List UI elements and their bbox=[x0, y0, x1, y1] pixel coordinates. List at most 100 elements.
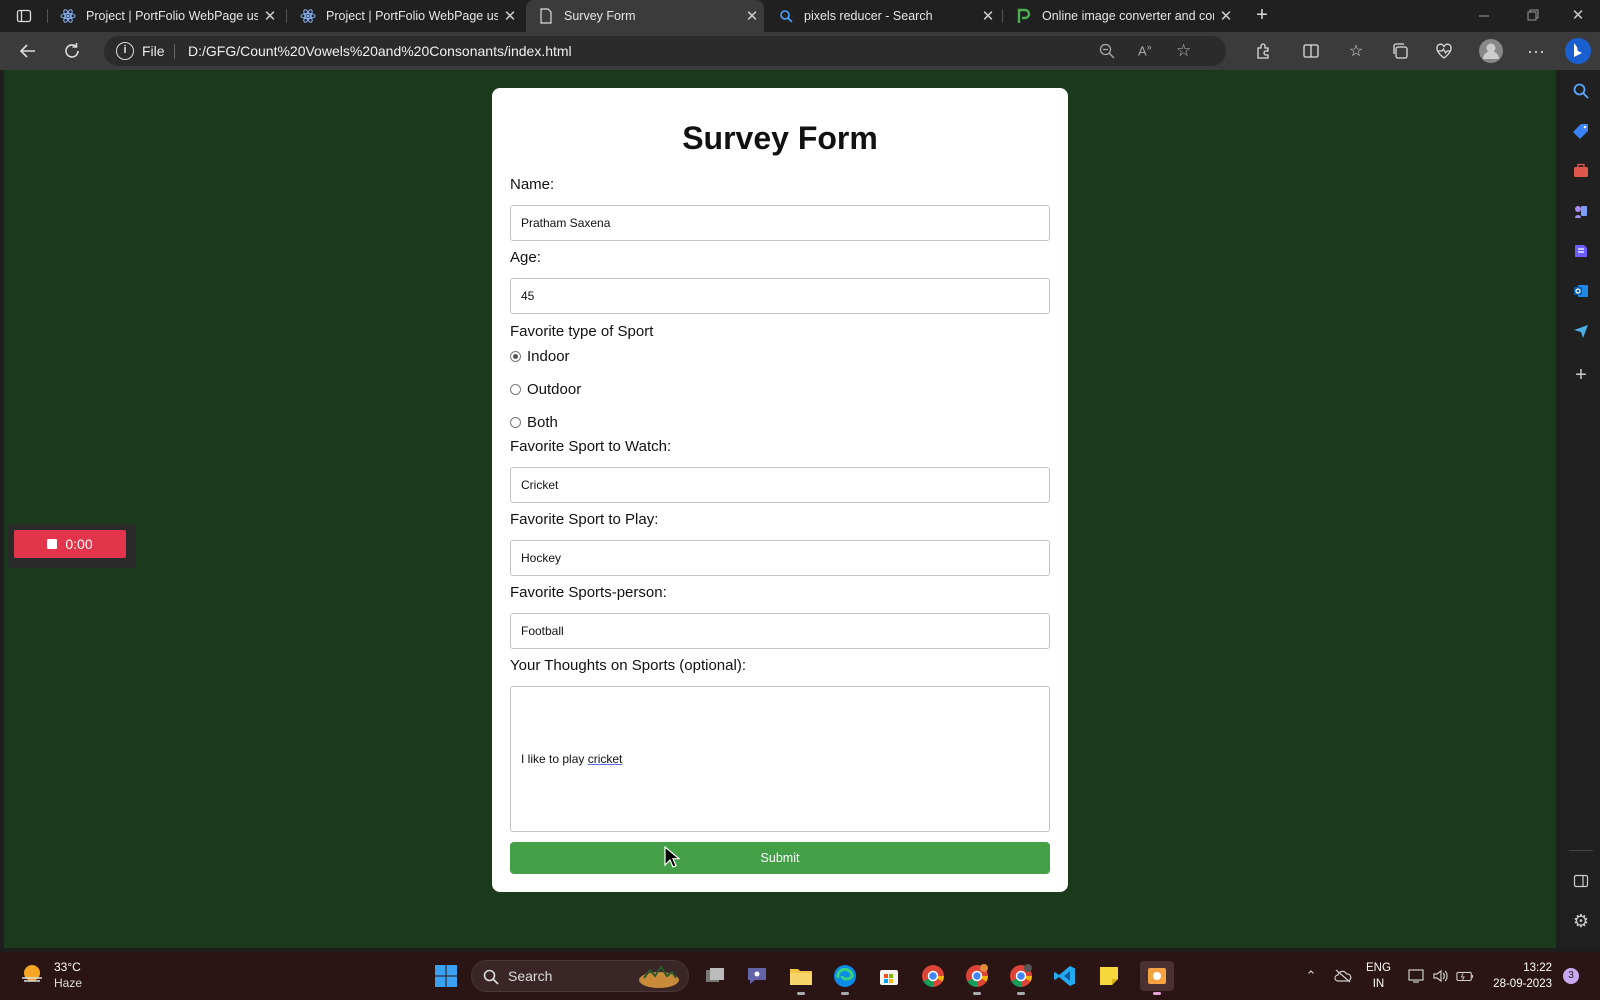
age-input[interactable]: 45 bbox=[510, 278, 1050, 314]
submit-button[interactable]: Submit bbox=[510, 842, 1050, 874]
games-icon[interactable] bbox=[1570, 200, 1592, 222]
new-tab-button[interactable]: + bbox=[1250, 4, 1274, 28]
screen-recorder-widget: 0:00 bbox=[8, 524, 136, 568]
play-input[interactable]: Hockey bbox=[510, 540, 1050, 576]
restore-button[interactable] bbox=[1520, 6, 1544, 26]
refresh-icon[interactable] bbox=[61, 40, 83, 62]
profile-avatar[interactable] bbox=[1478, 38, 1504, 64]
tools-briefcase-icon[interactable] bbox=[1570, 160, 1592, 182]
favorites-icon[interactable]: ☆ bbox=[1345, 40, 1367, 62]
url-text[interactable]: D:/GFG/Count%20Vowels%20and%20Consonants… bbox=[188, 43, 572, 59]
read-aloud-icon[interactable]: A» bbox=[1138, 42, 1156, 60]
info-icon[interactable]: i bbox=[116, 42, 134, 60]
windows-taskbar: 33°C Haze Search ⌃ ENG IN 13:22 28-09-20… bbox=[0, 952, 1600, 1000]
radio-button[interactable] bbox=[510, 351, 521, 362]
url-divider bbox=[174, 44, 175, 59]
tab-label: pixels reducer - Search bbox=[804, 9, 933, 23]
radio-indoor[interactable]: Indoor bbox=[510, 348, 570, 365]
stop-recording-button[interactable]: 0:00 bbox=[14, 530, 126, 558]
copilot-icon[interactable] bbox=[1570, 240, 1592, 262]
chevron-up-icon[interactable]: ⌃ bbox=[1302, 967, 1320, 985]
minimize-button[interactable] bbox=[1472, 6, 1496, 26]
close-icon[interactable]: ✕ bbox=[498, 7, 522, 25]
add-icon[interactable]: + bbox=[1570, 364, 1592, 386]
react-icon bbox=[60, 8, 76, 24]
more-menu-icon[interactable]: ··· bbox=[1525, 40, 1547, 62]
react-icon bbox=[300, 8, 316, 24]
tab-survey-form[interactable]: Survey Form ✕ bbox=[526, 0, 764, 32]
radio-both[interactable]: Both bbox=[510, 414, 558, 431]
sport-type-label: Favorite type of Sport bbox=[510, 323, 654, 340]
language-indicator[interactable]: ENG IN bbox=[1366, 960, 1391, 992]
watch-input[interactable]: Cricket bbox=[510, 467, 1050, 503]
browser-essentials-icon[interactable] bbox=[1433, 40, 1455, 62]
collections-icon[interactable] bbox=[1389, 40, 1411, 62]
search-highlight-illustration bbox=[639, 965, 679, 988]
radio-outdoor[interactable]: Outdoor bbox=[510, 381, 581, 398]
windows-start-button[interactable] bbox=[434, 964, 458, 988]
favorite-star-icon[interactable]: ☆ bbox=[1176, 41, 1194, 60]
tab-portfolio-1[interactable]: Project | PortFolio WebPage using ✕ bbox=[48, 0, 282, 32]
shopping-tag-icon[interactable] bbox=[1570, 120, 1592, 142]
radio-label: Indoor bbox=[527, 348, 570, 365]
age-label: Age: bbox=[510, 249, 541, 266]
taskbar-search[interactable]: Search bbox=[471, 960, 689, 992]
onedrive-offline-icon[interactable] bbox=[1334, 967, 1352, 985]
tab-portfolio-2[interactable]: Project | PortFolio WebPage using ✕ bbox=[288, 0, 522, 32]
extensions-icon[interactable] bbox=[1252, 40, 1274, 62]
network-icon[interactable] bbox=[1408, 967, 1426, 985]
browser-tab-strip: Project | PortFolio WebPage using ✕ Proj… bbox=[0, 0, 1600, 32]
tab-actions-icon[interactable] bbox=[16, 8, 32, 24]
volume-icon[interactable] bbox=[1432, 967, 1450, 985]
bing-copilot-icon[interactable] bbox=[1564, 37, 1592, 65]
browser-toolbar: i File D:/GFG/Count%20Vowels%20and%20Con… bbox=[0, 32, 1600, 70]
search-icon bbox=[483, 969, 499, 985]
weather-haze-icon bbox=[22, 965, 42, 982]
close-icon[interactable]: ✕ bbox=[740, 7, 764, 25]
weather-widget[interactable]: 33°C Haze bbox=[18, 959, 82, 991]
vscode-icon[interactable] bbox=[1050, 961, 1080, 991]
battery-icon[interactable] bbox=[1456, 967, 1474, 985]
teams-chat-icon[interactable] bbox=[742, 961, 772, 991]
microsoft-store-icon[interactable] bbox=[874, 961, 904, 991]
sticky-notes-icon[interactable] bbox=[1094, 961, 1124, 991]
play-label: Favorite Sport to Play: bbox=[510, 511, 659, 528]
file-explorer-icon[interactable] bbox=[786, 961, 816, 995]
zoom-out-icon[interactable] bbox=[1098, 42, 1116, 60]
close-icon[interactable]: ✕ bbox=[258, 7, 282, 25]
tab-image-converter[interactable]: Online image converter and com ✕ bbox=[1004, 0, 1238, 32]
outlook-icon[interactable] bbox=[1570, 280, 1592, 302]
tab-label: Survey Form bbox=[564, 9, 636, 23]
radio-button[interactable] bbox=[510, 417, 521, 428]
weather-temperature: 33°C bbox=[54, 960, 81, 974]
close-icon[interactable]: ✕ bbox=[1214, 7, 1238, 25]
close-icon[interactable]: ✕ bbox=[976, 7, 1000, 25]
snipping-recorder-icon[interactable] bbox=[1140, 961, 1174, 995]
send-icon[interactable] bbox=[1570, 320, 1592, 342]
clock[interactable]: 13:22 28-09-2023 bbox=[1488, 960, 1552, 992]
radio-button[interactable] bbox=[510, 384, 521, 395]
edge-browser-icon[interactable] bbox=[830, 961, 860, 995]
chrome-profile-2-icon[interactable] bbox=[1006, 961, 1036, 995]
task-view-icon[interactable] bbox=[700, 961, 730, 991]
tab-label: Online image converter and com bbox=[1042, 9, 1214, 23]
tab-label: Project | PortFolio WebPage using bbox=[326, 9, 498, 23]
notification-badge[interactable]: 3 bbox=[1563, 968, 1579, 984]
name-input[interactable]: Pratham Saxena bbox=[510, 205, 1050, 241]
survey-form-card: Survey Form Name: Pratham Saxena Age: 45… bbox=[492, 88, 1068, 892]
thoughts-textarea[interactable]: I like to play cricket bbox=[510, 686, 1050, 832]
search-icon bbox=[778, 8, 794, 24]
split-screen-icon[interactable] bbox=[1300, 40, 1322, 62]
chrome-profile-1-icon[interactable] bbox=[962, 961, 992, 995]
back-icon[interactable] bbox=[17, 40, 39, 62]
tab-pixels-search[interactable]: pixels reducer - Search ✕ bbox=[766, 0, 1000, 32]
stop-icon bbox=[47, 539, 58, 549]
chrome-icon[interactable] bbox=[918, 961, 948, 991]
address-bar[interactable]: i File D:/GFG/Count%20Vowels%20and%20Con… bbox=[104, 36, 1226, 66]
tab-label: Project | PortFolio WebPage using bbox=[86, 9, 258, 23]
sidebar-toggle-icon[interactable] bbox=[1570, 870, 1592, 892]
sports-person-input[interactable]: Football bbox=[510, 613, 1050, 649]
close-window-button[interactable]: ✕ bbox=[1566, 6, 1590, 26]
search-icon[interactable] bbox=[1570, 80, 1592, 102]
settings-gear-icon[interactable]: ⚙ bbox=[1570, 910, 1592, 932]
